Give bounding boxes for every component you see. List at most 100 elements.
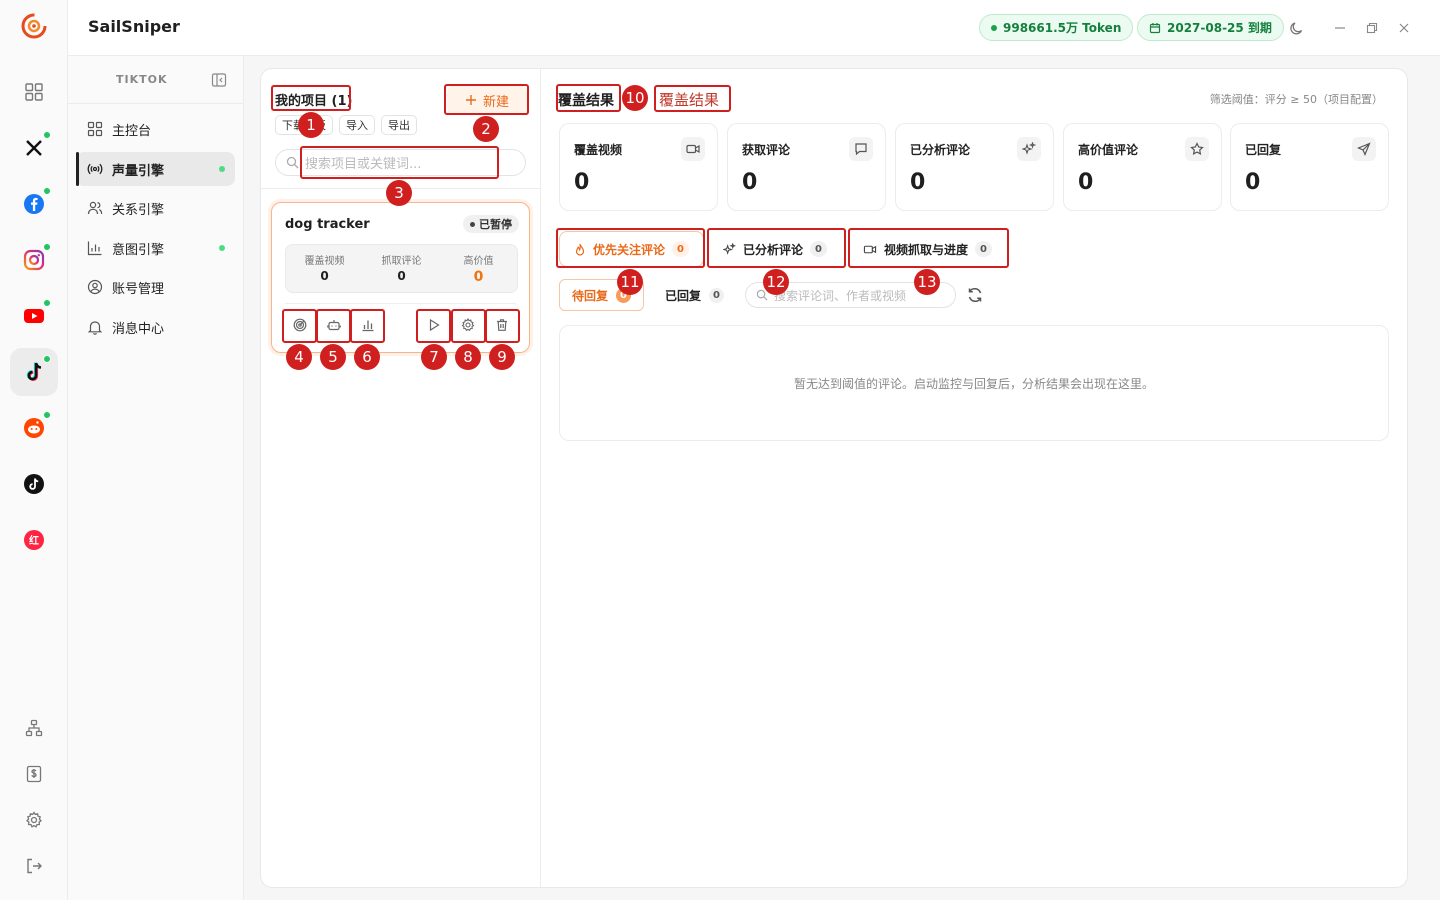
sidebar-item-relationship-engine[interactable]: 关系引擎: [76, 191, 235, 225]
analytics-button[interactable]: [353, 310, 383, 340]
filter-threshold: 筛选阈值：评分 ≥ 50（项目配置）: [1209, 93, 1383, 106]
project-search-input[interactable]: 搜索项目或关键词...: [275, 149, 526, 176]
rail-org-chart[interactable]: [22, 716, 46, 740]
kpi-label: 获取评论: [742, 143, 791, 157]
kpi-fetched-comments: 获取评论 0: [727, 123, 886, 211]
comment-search-placeholder: 搜索评论词、作者或视频: [774, 288, 907, 303]
sidebar-item-dashboard[interactable]: 主控台: [76, 112, 235, 146]
sidebar-item-intent-engine[interactable]: 意图引擎: [76, 231, 235, 265]
divider: [68, 103, 243, 104]
gear-icon: [461, 318, 475, 332]
sidebar-item-label: 意图引擎: [112, 242, 165, 258]
subtab-replied[interactable]: 已回复 0: [653, 279, 736, 311]
rail-logout[interactable]: [22, 854, 46, 878]
annotation-marker: 7: [421, 344, 447, 370]
rail-reddit[interactable]: [10, 404, 58, 452]
delete-project-button[interactable]: [487, 310, 517, 340]
sidebar-item-label: 消息中心: [112, 321, 165, 337]
status-dot: [991, 24, 997, 31]
kpi-value: 0: [910, 170, 926, 195]
org-chart-icon: [25, 719, 43, 737]
kpi-label: 已分析评论: [910, 143, 971, 157]
instagram-icon: [23, 249, 45, 271]
token-balance: 998661.5万 Token: [1003, 21, 1122, 35]
import-button[interactable]: 导入: [339, 115, 375, 135]
plus-icon: [465, 95, 476, 105]
kpi-value: 0: [742, 170, 758, 195]
stat-label: 高价值: [463, 256, 494, 267]
maximize-button[interactable]: [1362, 18, 1382, 38]
subtab-label: 待回复: [572, 288, 609, 303]
rail-dashboard-grid[interactable]: [10, 68, 58, 116]
expiry-badge: 2027-08-25 到期: [1137, 14, 1284, 41]
theme-toggle[interactable]: [1286, 18, 1306, 38]
refresh-icon[interactable]: [966, 286, 984, 304]
new-project-button[interactable]: 新建: [447, 85, 527, 115]
export-button[interactable]: 导出: [381, 115, 417, 135]
kpi-replied: 已回复 0: [1230, 123, 1389, 211]
rail-facebook[interactable]: [10, 180, 58, 228]
minimize-button[interactable]: [1330, 18, 1350, 38]
rail-tiktok-shop[interactable]: [10, 460, 58, 508]
collapse-sidebar-icon[interactable]: [211, 72, 227, 88]
online-dot: [43, 355, 51, 363]
stat-label: 抓取评论: [381, 256, 422, 267]
comment-icon: [849, 137, 873, 161]
annotation-marker: 11: [617, 269, 643, 295]
account-icon: [87, 279, 103, 295]
calendar-icon: [1149, 22, 1161, 33]
radar-button[interactable]: [285, 310, 315, 340]
sidebar-item-volume-engine[interactable]: 声量引擎: [76, 152, 235, 186]
rail-xiaohongshu[interactable]: 红: [10, 516, 58, 564]
gear-icon: [26, 811, 42, 828]
sparkle-icon: [723, 242, 736, 255]
rail-tiktok[interactable]: [10, 348, 58, 396]
rail-instagram[interactable]: [10, 236, 58, 284]
sidebar-item-account-management[interactable]: 账号管理: [76, 270, 235, 304]
sidebar-section-title: TIKTOK: [116, 73, 168, 86]
tab-video-crawl-progress[interactable]: 视频抓取与进度 0: [849, 231, 1006, 267]
platform-rail: 红: [0, 0, 68, 900]
kpi-label: 已回复: [1245, 143, 1282, 157]
results-title: 覆盖结果: [558, 93, 614, 109]
search-icon: [286, 156, 299, 169]
stat-value: 0: [397, 269, 406, 283]
rail-youtube[interactable]: [10, 292, 58, 340]
video-icon: [863, 245, 877, 253]
annotation-marker: 5: [320, 344, 346, 370]
stat-label: 覆盖视频: [304, 256, 345, 267]
project-stats: 覆盖视频 0 抓取评论 0 高价值 0: [285, 244, 518, 293]
bot-button[interactable]: [319, 310, 349, 340]
project-settings-button[interactable]: [453, 310, 483, 340]
online-dot: [43, 187, 51, 195]
tab-count: 0: [975, 241, 992, 257]
token-balance-badge: 998661.5万 Token: [979, 14, 1134, 41]
tab-analyzed-comments[interactable]: 已分析评论 0: [709, 231, 841, 267]
tiktok-icon: [26, 362, 42, 381]
kpi-label: 高价值评论: [1078, 143, 1139, 157]
rail-billing[interactable]: [22, 762, 46, 786]
tab-priority-comments[interactable]: 优先关注评论 0: [559, 231, 704, 267]
radar-icon: [293, 318, 307, 332]
sparkle-icon: [1017, 137, 1041, 161]
rail-settings[interactable]: [22, 808, 46, 832]
bell-icon: [87, 321, 103, 335]
billing-icon: [26, 765, 42, 783]
logout-icon: [27, 858, 42, 874]
divider: [285, 303, 516, 304]
sidebar-item-label: 声量引擎: [112, 163, 165, 179]
broadcast-icon: [87, 163, 103, 175]
status-label: 已暂停: [479, 218, 512, 231]
reddit-icon: [24, 418, 44, 438]
sidebar-item-message-center[interactable]: 消息中心: [76, 310, 235, 344]
kpi-label: 覆盖视频: [574, 143, 623, 157]
close-button[interactable]: [1394, 18, 1414, 38]
rail-x[interactable]: [10, 124, 58, 172]
restore-icon: [1366, 22, 1378, 34]
start-monitoring-button[interactable]: [419, 310, 449, 340]
project-card[interactable]: dog tracker 已暂停 覆盖视频 0 抓取评论 0 高价值 0: [271, 202, 530, 353]
tab-label: 已分析评论: [743, 242, 804, 257]
online-dot: [43, 243, 51, 251]
online-dot: [43, 299, 51, 307]
stat-comments: 抓取评论 0: [363, 245, 440, 292]
